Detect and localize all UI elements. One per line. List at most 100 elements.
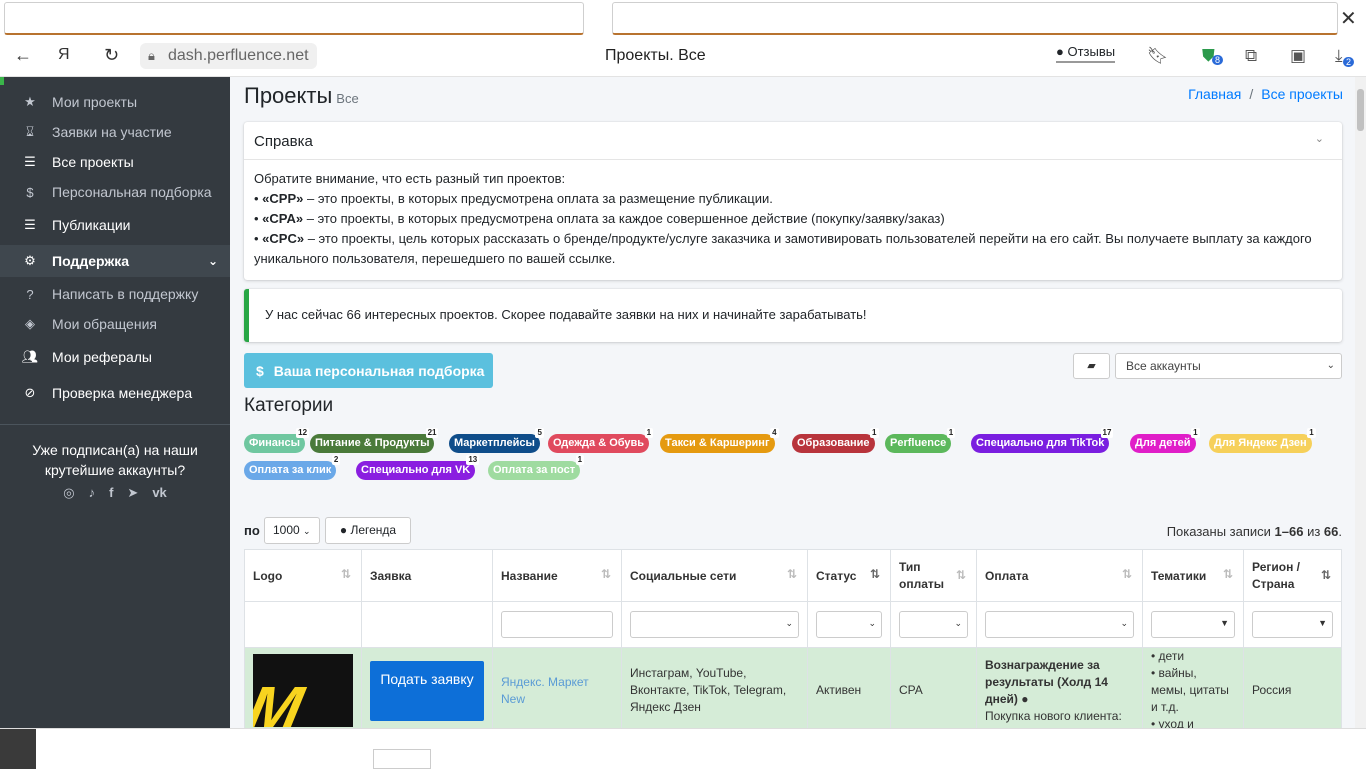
help-icon[interactable]: ● — [1021, 692, 1028, 706]
column-label: Регион / Страна — [1252, 559, 1300, 591]
taskbar-window[interactable] — [373, 749, 431, 769]
instagram-icon[interactable]: ◎ — [63, 485, 74, 501]
per-page-select[interactable]: 1000 ⌄ — [264, 517, 320, 544]
back-icon[interactable]: ← — [14, 45, 32, 66]
category-tag[interactable]: Маркетплейсы 5 — [449, 428, 544, 453]
start-button[interactable] — [0, 729, 36, 769]
categories-title: Категории — [244, 395, 334, 416]
eraser-button[interactable]: ▰ — [1073, 353, 1110, 379]
column-header-status[interactable]: Статус ⇅ — [807, 549, 891, 602]
legend-label: Легенда — [350, 523, 397, 537]
category-tag[interactable]: Для Яндекс Дзен 1 — [1209, 428, 1316, 453]
dollar-icon: $ — [26, 184, 34, 200]
sidebar-item-personal[interactable]: $ Персональная подборка — [0, 177, 230, 207]
records-total: 66 — [1323, 524, 1339, 539]
category-tag[interactable]: Финансы 12 — [244, 428, 310, 453]
column-header-request: Заявка — [361, 549, 493, 602]
sidebar-item-tickets[interactable]: ◈ Мои обращения — [0, 309, 230, 339]
sidebar-item-label: Заявки на участие — [52, 124, 172, 140]
themes-filter-select[interactable]: ▼ — [1151, 611, 1235, 638]
browser-tab[interactable] — [612, 2, 1338, 35]
category-tag[interactable]: Питание & Продукты 21 — [310, 428, 439, 453]
column-header-pay-type[interactable]: Тип оплаты ⇅ — [890, 549, 977, 602]
bookmark-icon[interactable]: 🔖︎ — [1147, 46, 1169, 66]
sidebar-item-label: Написать в поддержку — [52, 286, 199, 302]
category-count: 1 — [946, 428, 956, 438]
column-header-social[interactable]: Социальные сети ⇅ — [621, 549, 808, 602]
sidebar-item-write-support[interactable]: ? Написать в поддержку — [0, 279, 230, 309]
accounts-select[interactable]: Все аккаунты ⌄ — [1115, 353, 1342, 379]
table-header-row: Logo ⇅ Заявка Название ⇅ Социальные сети ⇅ … — [244, 549, 1342, 602]
category-count: 1 — [575, 455, 585, 465]
category-tag[interactable]: Такси & Каршеринг 4 — [660, 428, 779, 453]
column-header-logo[interactable]: Logo ⇅ — [244, 549, 362, 602]
column-header-region[interactable]: Регион / Страна ⇅ — [1243, 549, 1342, 602]
tiktok-icon[interactable]: ♪ — [89, 485, 96, 501]
category-tag[interactable]: Образование 1 — [792, 428, 879, 453]
per-page-label: по — [244, 523, 260, 538]
sort-icon: ⇅ — [340, 567, 351, 581]
status-filter-select[interactable]: ⌄ — [816, 611, 882, 638]
facebook-icon[interactable]: f — [109, 485, 113, 501]
project-name-link[interactable]: Яндекс. Маркет New — [501, 675, 589, 706]
sidebar-item-my-projects[interactable]: ★ Мои проекты — [0, 87, 230, 117]
column-header-name[interactable]: Название ⇅ — [492, 549, 622, 602]
collections-icon[interactable]: ⧉ — [1245, 46, 1257, 66]
sidebar-item-referrals[interactable]: 👥︎ Мои рефералы — [0, 342, 230, 372]
scrollbar[interactable] — [1355, 77, 1366, 728]
payment-filter-select[interactable]: ⌄ — [985, 611, 1134, 638]
category-tag[interactable]: Оплата за пост 1 — [488, 455, 585, 480]
telegram-icon[interactable]: ➤ — [127, 485, 138, 501]
category-tag[interactable]: Одежда & Обувь 1 — [548, 428, 654, 453]
breadcrumb-current[interactable]: Все проекты — [1261, 86, 1343, 102]
region-filter-select[interactable]: ▼ — [1252, 611, 1333, 638]
social-links: ◎ ♪ f ➤ vk — [0, 485, 230, 501]
yandex-icon[interactable]: Я — [58, 46, 70, 64]
personal-selection-button[interactable]: $ Ваша персональная подборка — [244, 353, 493, 388]
close-icon[interactable]: ✕ — [1340, 6, 1357, 31]
vk-icon[interactable]: vk — [152, 485, 166, 501]
reload-icon[interactable]: ↻ — [104, 45, 119, 66]
category-tag[interactable]: Для детей 1 — [1130, 428, 1200, 453]
sidebar-item-support[interactable]: ⚙ Поддержка ⌄ — [0, 245, 230, 277]
filter-cell: ▼ — [1142, 601, 1244, 648]
sidebar-divider — [0, 424, 230, 425]
category-tag[interactable]: Perfluence 1 — [885, 428, 956, 453]
column-header-payment[interactable]: Оплата ⇅ — [976, 549, 1143, 602]
pay-type-filter-select[interactable]: ⌄ — [899, 611, 968, 638]
category-tag[interactable]: Оплата за клик 2 — [244, 455, 341, 480]
scrollbar-thumb[interactable] — [1357, 89, 1364, 131]
social-cell: Инстаграм, YouTube, Вконтакте, TikTok, T… — [621, 647, 808, 728]
category-tag[interactable]: Специально для TikTok 17 — [971, 428, 1114, 453]
browser-tab[interactable] — [4, 2, 584, 35]
taskbar — [0, 728, 1366, 769]
browser-tab-strip: ✕ — [0, 0, 1366, 37]
extension-icon[interactable]: ▣ — [1290, 46, 1306, 66]
category-count: 1 — [870, 428, 879, 438]
records-prefix: Показаны записи — [1166, 524, 1275, 539]
sidebar-item-manager-check[interactable]: ⊘ Проверка менеджера — [0, 378, 230, 408]
sidebar-item-requests[interactable]: ⌛︎ Заявки на участие — [0, 117, 230, 147]
category-label: Одежда & Обувь — [553, 437, 645, 449]
download-icon[interactable]: ⤓ — [1335, 46, 1343, 66]
sidebar-item-all-projects[interactable]: ☰ Все проекты — [0, 147, 230, 177]
personal-selection-label: Ваша персональная подборка — [273, 362, 485, 379]
help-card-header[interactable]: Справка ⌄ — [244, 122, 1342, 160]
social-filter-select[interactable]: ⌄ — [630, 611, 799, 638]
breadcrumb-home[interactable]: Главная — [1188, 86, 1241, 102]
reviews-button[interactable]: ● Отзывы — [1056, 44, 1116, 63]
sidebar-item-publications[interactable]: ☰ Публикации — [0, 210, 230, 240]
gear-icon: ⚙ — [24, 253, 36, 268]
help-card-body: Обратите внимание, что есть разный тип п… — [244, 160, 1342, 278]
chevron-down-icon[interactable]: ⌄ — [1315, 132, 1324, 145]
category-label: Специально для TikTok — [976, 437, 1105, 449]
legend-button[interactable]: ● Легенда — [325, 517, 411, 544]
category-label: Для детей — [1135, 437, 1191, 449]
region-cell: Россия — [1243, 647, 1342, 728]
category-tag[interactable]: Специально для VK 13 — [356, 455, 480, 480]
column-header-themes[interactable]: Тематики ⇅ — [1142, 549, 1244, 602]
name-filter-input[interactable] — [501, 611, 613, 638]
address-bar[interactable]: 🔒︎ dash.perfluence.net — [140, 43, 317, 69]
sort-icon: ⇅ — [1222, 567, 1233, 581]
apply-button[interactable]: Подать заявку — [370, 660, 484, 721]
